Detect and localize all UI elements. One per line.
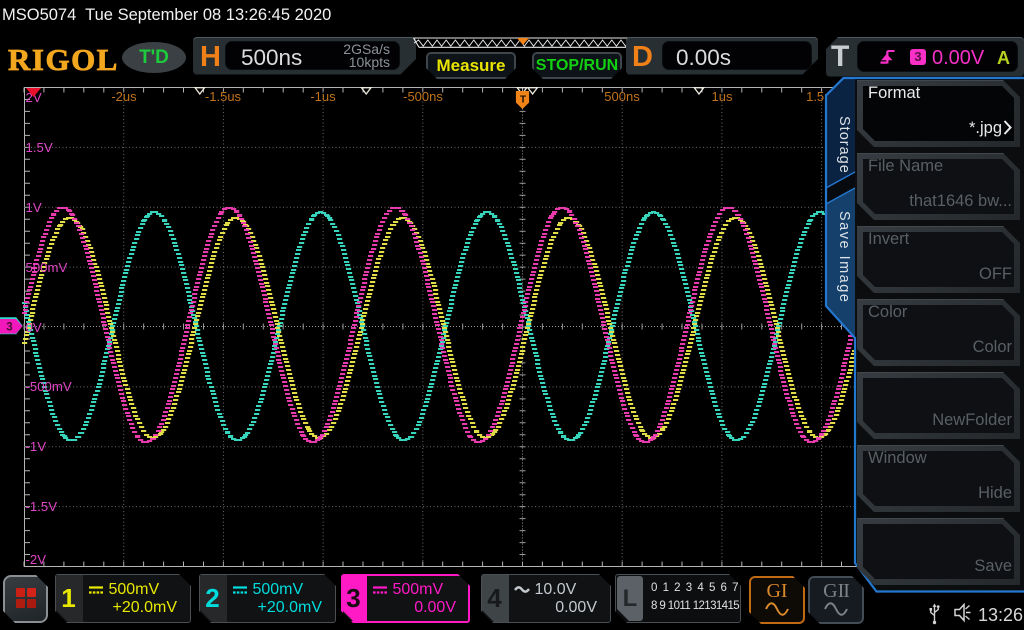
svg-text:Storage: Storage (836, 116, 852, 174)
svg-text:Save Image: Save Image (836, 211, 852, 303)
